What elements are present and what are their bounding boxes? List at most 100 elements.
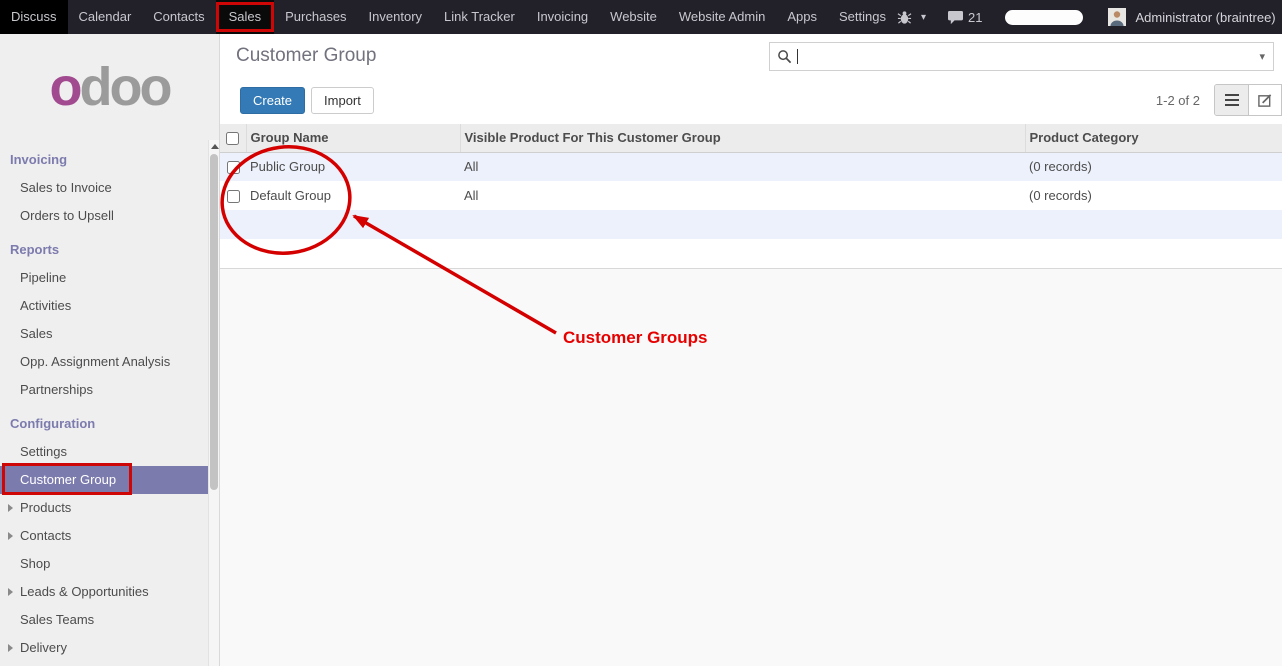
sidebar-section-configuration: Configuration (0, 404, 210, 438)
cell-visible-product[interactable]: All (460, 152, 1025, 181)
table-empty-row (220, 210, 1282, 239)
search-input[interactable] (800, 49, 1253, 64)
sidebar-item-leads-opportunities[interactable]: Leads & Opportunities (0, 578, 210, 606)
right-controls: 1-2 of 2 (1156, 84, 1282, 116)
menu-link-tracker[interactable]: Link Tracker (433, 0, 526, 34)
page-title: Customer Group (236, 45, 376, 67)
chevron-right-icon (8, 504, 13, 512)
sidebar-item-sales-teams[interactable]: Sales Teams (0, 606, 210, 634)
sidebar-item-orders-to-upsell[interactable]: Orders to Upsell (0, 202, 210, 230)
row-checkbox-cell (220, 152, 246, 181)
menu-calendar[interactable]: Calendar (68, 0, 143, 34)
cell-product-category[interactable]: (0 records) (1025, 181, 1282, 210)
create-button[interactable]: Create (240, 87, 305, 114)
topbar-menus: Discuss Calendar Contacts Sales Purchase… (0, 0, 897, 34)
odoo-logo-rest: doo (80, 56, 170, 118)
menu-website[interactable]: Website (599, 0, 668, 34)
message-count: 21 (968, 10, 982, 25)
sidebar-item-contacts-label: Contacts (20, 528, 71, 543)
table-row-default-group[interactable]: Default Group All (0 records) (220, 181, 1282, 210)
sidebar: odoo Invoicing Sales to Invoice Orders t… (0, 34, 220, 666)
menu-settings[interactable]: Settings (828, 0, 897, 34)
search-dropdown-caret-icon[interactable]: ▾ (1259, 50, 1265, 63)
odoo-logo-first-letter: o (50, 56, 80, 118)
avatar[interactable] (1108, 8, 1126, 26)
select-all-cell (220, 124, 246, 152)
sidebar-item-products[interactable]: Products (0, 494, 210, 522)
chevron-right-icon (8, 588, 13, 596)
sidebar-item-customer-group-label: Customer Group (20, 472, 116, 487)
sidebar-item-sales-to-invoice[interactable]: Sales to Invoice (0, 174, 210, 202)
col-product-category[interactable]: Product Category (1025, 124, 1282, 152)
list-view-button[interactable] (1215, 85, 1248, 115)
list-icon (1224, 93, 1240, 107)
sidebar-item-products-label: Products (20, 500, 71, 515)
sidebar-scrollbar[interactable] (208, 140, 219, 666)
content-header: Customer Group ▾ (220, 34, 1282, 78)
sidebar-item-shop[interactable]: Shop (0, 550, 210, 578)
cell-group-name[interactable]: Default Group (246, 181, 460, 210)
sidebar-section-reports: Reports (0, 230, 210, 264)
menu-website-admin[interactable]: Website Admin (668, 0, 776, 34)
sidebar-item-delivery[interactable]: Delivery (0, 634, 210, 662)
messages-indicator[interactable]: 21 (947, 10, 982, 25)
table-row-public-group[interactable]: Public Group All (0 records) (220, 152, 1282, 181)
table-header-row: Group Name Visible Product For This Cust… (220, 124, 1282, 152)
sidebar-nav: Invoicing Sales to Invoice Orders to Ups… (0, 140, 210, 662)
cell-product-category[interactable]: (0 records) (1025, 152, 1282, 181)
menu-sales-label: Sales (229, 9, 262, 24)
edit-form-icon (1257, 93, 1273, 108)
view-switcher (1214, 84, 1282, 116)
col-group-name[interactable]: Group Name (246, 124, 460, 152)
bug-icon[interactable] (897, 10, 912, 25)
main-layout: odoo Invoicing Sales to Invoice Orders t… (0, 34, 1282, 666)
control-row: Create Import 1-2 of 2 (220, 78, 1282, 124)
menu-apps[interactable]: Apps (776, 0, 828, 34)
content-area: Customer Group ▾ Create Import 1-2 of 2 (220, 34, 1282, 666)
user-menu[interactable]: Administrator (braintree) (1135, 10, 1275, 25)
sidebar-item-sales[interactable]: Sales (0, 320, 210, 348)
chevron-right-icon (8, 644, 13, 652)
topbar: Discuss Calendar Contacts Sales Purchase… (0, 0, 1282, 34)
row-checkbox-cell (220, 181, 246, 210)
content-empty-area (220, 268, 1282, 666)
search-box[interactable]: ▾ (769, 42, 1274, 71)
sidebar-section-invoicing: Invoicing (0, 140, 210, 174)
pager: 1-2 of 2 (1156, 93, 1200, 108)
search-icon (777, 49, 792, 64)
form-view-button[interactable] (1248, 85, 1281, 115)
chevron-right-icon (8, 532, 13, 540)
menu-sales[interactable]: Sales (216, 0, 275, 34)
sidebar-item-opp-assignment-analysis[interactable]: Opp. Assignment Analysis (0, 348, 210, 376)
scrollbar-thumb[interactable] (210, 154, 218, 490)
sidebar-item-delivery-label: Delivery (20, 640, 67, 655)
sidebar-item-contacts[interactable]: Contacts (0, 522, 210, 550)
chat-bubble-icon (947, 10, 964, 25)
col-visible-product[interactable]: Visible Product For This Customer Group (460, 124, 1025, 152)
sidebar-item-leads-opportunities-label: Leads & Opportunities (20, 584, 149, 599)
table-empty-row (220, 239, 1282, 268)
row-checkbox[interactable] (227, 161, 240, 174)
scroll-up-icon[interactable] (211, 144, 219, 149)
select-all-checkbox[interactable] (226, 132, 239, 145)
sidebar-item-activities[interactable]: Activities (0, 292, 210, 320)
menu-purchases[interactable]: Purchases (274, 0, 357, 34)
status-pill[interactable] (1005, 10, 1083, 25)
odoo-logo: odoo (0, 34, 219, 140)
sidebar-item-pipeline[interactable]: Pipeline (0, 264, 210, 292)
import-button[interactable]: Import (311, 87, 374, 114)
topbar-right: ▾ 21 Administrator (braintree) (897, 0, 1282, 34)
cell-visible-product[interactable]: All (460, 181, 1025, 210)
sidebar-item-settings[interactable]: Settings (0, 438, 210, 466)
menu-invoicing[interactable]: Invoicing (526, 0, 599, 34)
debug-caret-down-icon[interactable]: ▾ (921, 12, 926, 23)
menu-discuss[interactable]: Discuss (0, 0, 68, 34)
row-checkbox[interactable] (227, 190, 240, 203)
customer-group-table: Group Name Visible Product For This Cust… (220, 124, 1282, 268)
sidebar-item-partnerships[interactable]: Partnerships (0, 376, 210, 404)
menu-inventory[interactable]: Inventory (358, 0, 433, 34)
text-cursor (797, 49, 798, 64)
cell-group-name[interactable]: Public Group (246, 152, 460, 181)
menu-contacts[interactable]: Contacts (142, 0, 215, 34)
sidebar-item-customer-group[interactable]: Customer Group (0, 466, 210, 494)
